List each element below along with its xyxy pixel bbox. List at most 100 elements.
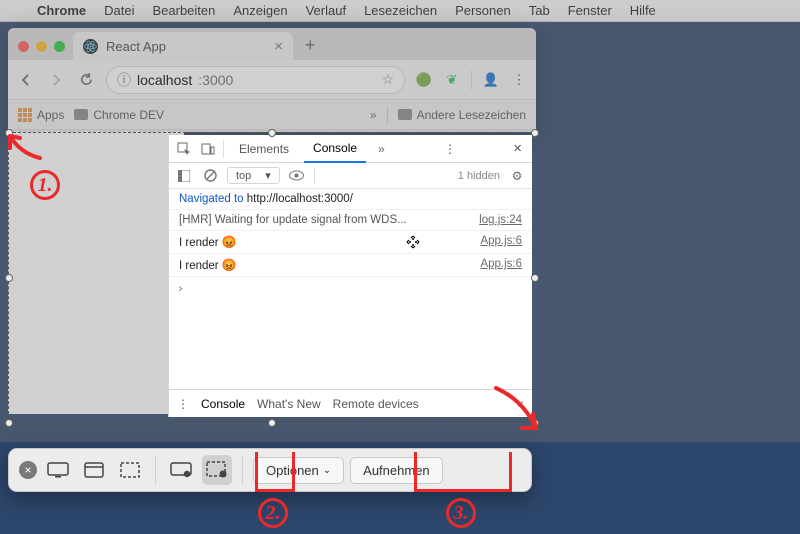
hidden-messages-badge[interactable]: 1 hidden [458, 170, 500, 182]
close-window-button[interactable] [18, 41, 29, 52]
log-source-link[interactable]: log.js:24 [479, 214, 522, 226]
address-bar[interactable]: ⓘ localhost :3000 ☆ [106, 66, 405, 94]
menu-lesezeichen[interactable]: Lesezeichen [355, 3, 446, 18]
capture-selection-icon[interactable] [115, 455, 145, 485]
mouse-cursor-icon [405, 234, 421, 250]
record-selection-icon[interactable] [202, 455, 232, 485]
close-toolbar-button[interactable]: × [19, 461, 37, 479]
address-port: :3000 [198, 72, 233, 88]
capture-window-icon[interactable] [79, 455, 109, 485]
menu-bearbeiten[interactable]: Bearbeiten [143, 3, 224, 18]
window-controls [16, 41, 73, 60]
drawer-tab-whatsnew[interactable]: What's New [257, 397, 321, 411]
console-toolbar: top▾ 1 hidden ⚙ [169, 163, 532, 189]
nav-url-link[interactable]: http://localhost:3000/ [247, 193, 353, 205]
bookmarks-bar: Apps Chrome DEV » Andere Lesezeichen [8, 100, 536, 130]
emoji-icon: 😡 [222, 258, 237, 272]
devtools-close-icon[interactable]: × [509, 140, 526, 157]
more-tabs-icon[interactable]: » [372, 142, 391, 156]
chevron-down-icon: ⌄ [323, 465, 331, 476]
tab-console[interactable]: Console [304, 135, 366, 163]
drawer-tab-remote[interactable]: Remote devices [333, 397, 419, 411]
apps-shortcut[interactable]: Apps [18, 108, 64, 122]
clear-console-icon[interactable] [201, 167, 219, 185]
devtools-menu-icon[interactable]: ⋮ [440, 142, 460, 156]
console-row-render: I render 😡 App.js:6 [169, 254, 532, 277]
bookbar-separator [387, 106, 388, 124]
console-row-render: I render 😡 App.js:6 [169, 231, 532, 254]
menubar-app-name[interactable]: Chrome [28, 3, 95, 18]
resize-handle[interactable] [531, 419, 539, 427]
resize-handle[interactable] [5, 419, 13, 427]
back-button[interactable] [16, 70, 36, 90]
menu-fenster[interactable]: Fenster [559, 3, 621, 18]
devtools-panel: Elements Console » ⋮ × top▾ 1 hidden ⚙ N… [168, 135, 532, 417]
console-log: Navigated to http://localhost:3000/ [HMR… [169, 189, 532, 299]
toolbar-separator [155, 456, 156, 484]
toolbar-separator [242, 456, 243, 484]
capture-button[interactable]: Aufnehmen [350, 457, 443, 484]
console-sidebar-toggle-icon[interactable] [175, 167, 193, 185]
menu-tab[interactable]: Tab [520, 3, 559, 18]
emoji-icon: 😡 [222, 235, 237, 249]
new-tab-button[interactable]: + [293, 35, 328, 60]
page-viewport [8, 132, 184, 414]
menu-datei[interactable]: Datei [95, 3, 143, 18]
resize-handle[interactable] [531, 274, 539, 282]
menu-verlauf[interactable]: Verlauf [297, 3, 355, 18]
device-toolbar-icon[interactable] [199, 140, 217, 158]
folder-icon [74, 109, 88, 120]
devtools-tabbar: Elements Console » ⋮ × [169, 135, 532, 163]
bookmark-star-icon[interactable]: ☆ [381, 71, 394, 88]
apps-grid-icon [18, 108, 32, 122]
address-host: localhost [137, 72, 192, 88]
options-button[interactable]: Optionen⌄ [253, 457, 344, 484]
drawer-close-icon[interactable]: × [517, 397, 524, 411]
minimize-window-button[interactable] [36, 41, 47, 52]
close-tab-icon[interactable]: × [274, 38, 283, 55]
other-bookmarks[interactable]: Andere Lesezeichen [398, 108, 526, 122]
inspect-element-icon[interactable] [175, 140, 193, 158]
tab-title: React App [106, 39, 166, 54]
annotation-number-3: 3. [446, 498, 476, 528]
chevron-down-icon: ▾ [265, 169, 271, 182]
browser-toolbar: ⓘ localhost :3000 ☆ 🟢 ❦ 👤 ⋮ [8, 60, 536, 100]
console-settings-icon[interactable]: ⚙ [508, 167, 526, 185]
log-message: I render [179, 237, 219, 249]
reload-button[interactable] [76, 70, 96, 90]
capture-entire-screen-icon[interactable] [43, 455, 73, 485]
drawer-menu-icon[interactable]: ⋮ [177, 397, 189, 411]
folder-icon [398, 109, 412, 120]
site-info-icon[interactable]: ⓘ [117, 70, 131, 90]
log-source-link[interactable]: App.js:6 [480, 235, 522, 249]
drawer-tab-console[interactable]: Console [201, 397, 245, 411]
chrome-menu-icon[interactable]: ⋮ [510, 71, 528, 89]
zoom-window-button[interactable] [54, 41, 65, 52]
chrome-window: React App × + ⓘ localhost :3000 ☆ 🟢 ❦ 👤 ⋮… [8, 28, 536, 132]
console-row-hmr: [HMR] Waiting for update signal from WDS… [169, 210, 532, 231]
record-entire-screen-icon[interactable] [166, 455, 196, 485]
devtools-drawer: ⋮ Console What's New Remote devices × [169, 389, 532, 417]
forward-button[interactable] [46, 70, 66, 90]
tab-strip: React App × + [8, 28, 536, 60]
execution-context-selector[interactable]: top▾ [227, 167, 280, 184]
evernote-extension-icon[interactable]: ❦ [443, 71, 461, 89]
screenshot-toolbar: × Optionen⌄ Aufnehmen [8, 448, 532, 492]
resize-handle[interactable] [268, 419, 276, 427]
bookmark-folder-chrome-dev[interactable]: Chrome DEV [74, 108, 164, 122]
log-message: I render [179, 260, 219, 272]
annotation-number-2: 2. [258, 498, 288, 528]
menu-hilfe[interactable]: Hilfe [621, 3, 665, 18]
tab-elements[interactable]: Elements [230, 135, 298, 163]
console-prompt[interactable]: › [169, 277, 532, 299]
menu-personen[interactable]: Personen [446, 3, 520, 18]
nav-prefix: Navigated to [179, 193, 247, 205]
log-source-link[interactable]: App.js:6 [480, 258, 522, 272]
live-expression-icon[interactable] [288, 167, 306, 185]
menu-anzeigen[interactable]: Anzeigen [224, 3, 296, 18]
react-favicon-icon [83, 39, 98, 54]
profile-avatar-icon[interactable]: 👤 [482, 71, 500, 89]
bookmarks-overflow-icon[interactable]: » [370, 108, 377, 122]
extension-icon[interactable]: 🟢 [415, 71, 433, 89]
browser-tab[interactable]: React App × [73, 32, 293, 60]
